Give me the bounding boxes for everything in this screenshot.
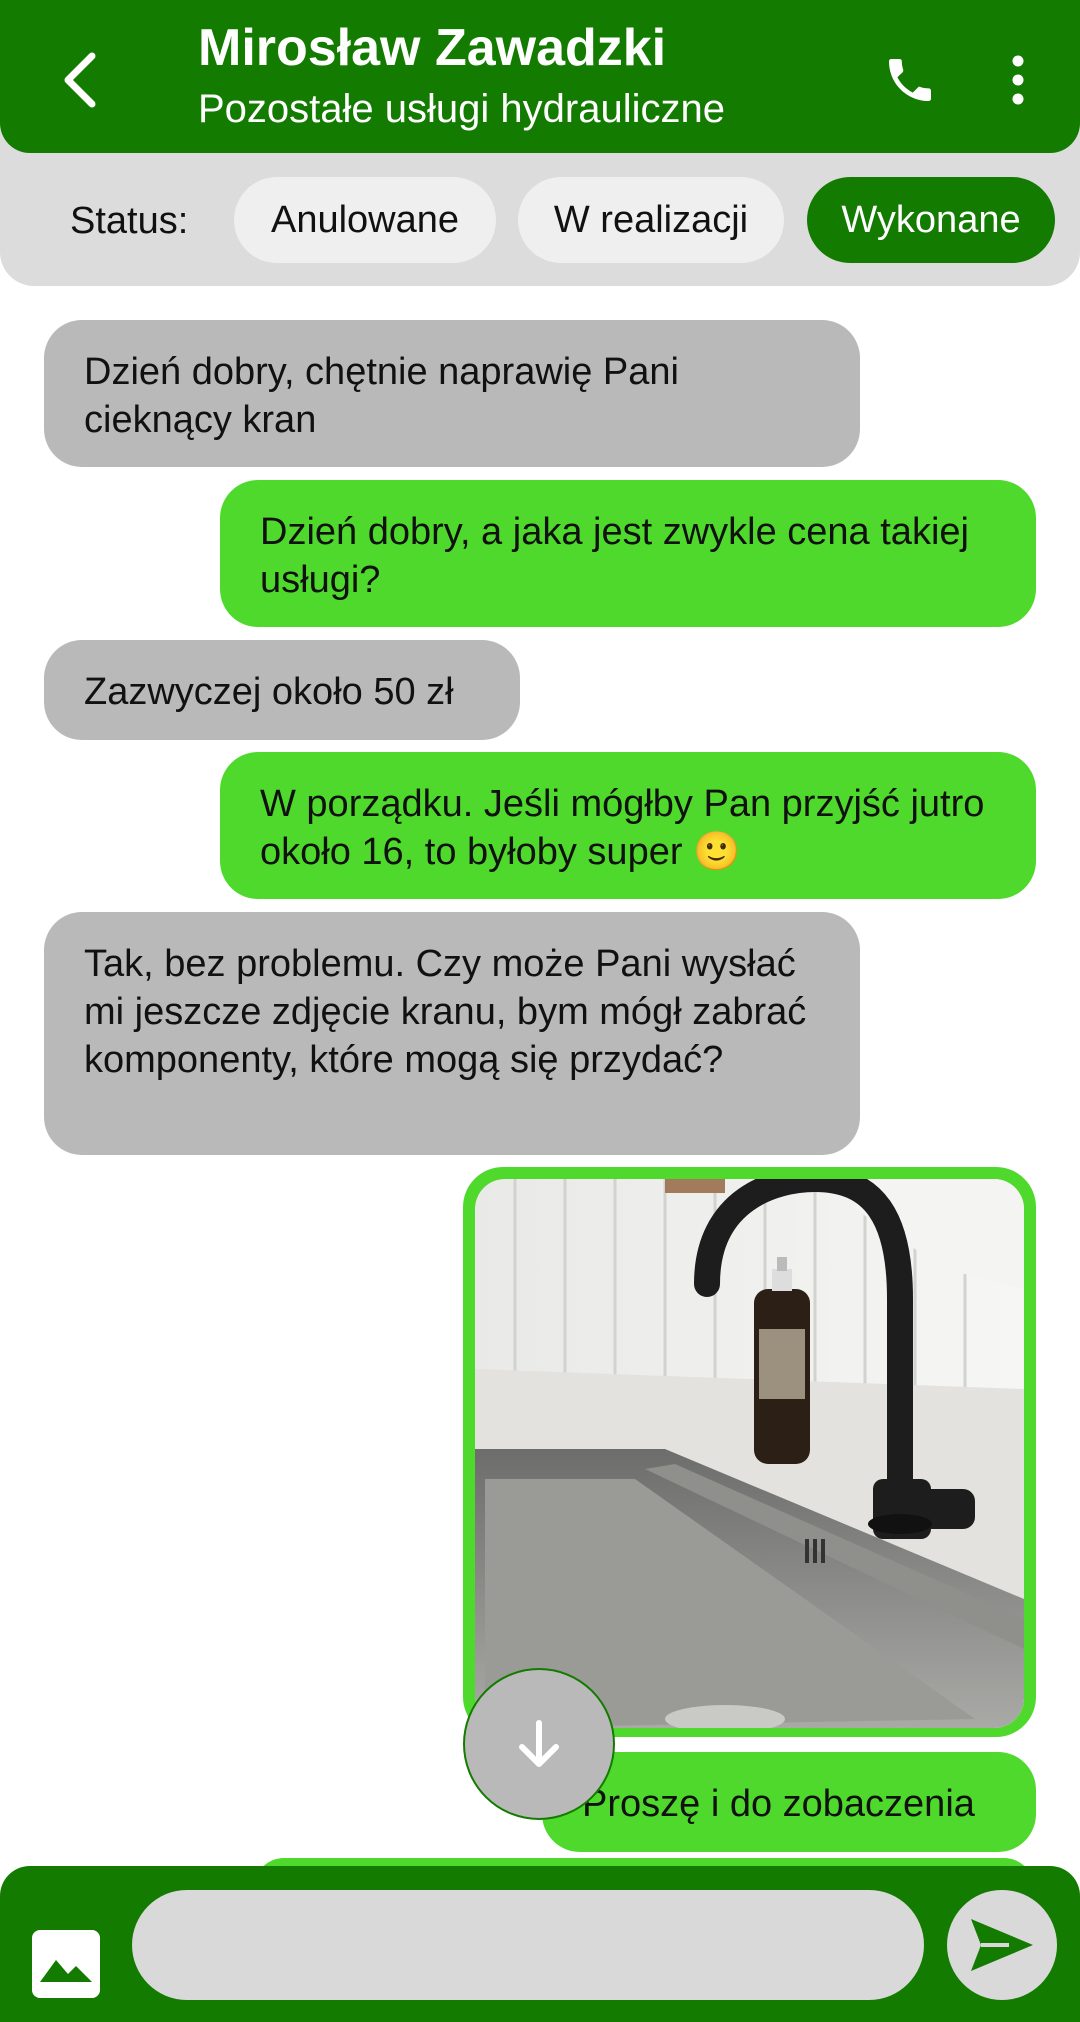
send-button[interactable] (947, 1890, 1057, 2000)
sink-photo[interactable] (475, 1179, 1024, 1728)
phone-icon (889, 59, 931, 101)
message-outgoing: Dzień dobry, a jaka jest zwykle cena tak… (220, 480, 1036, 627)
status-chip-in-progress[interactable]: W realizacji (518, 177, 784, 263)
more-options-button[interactable] (990, 40, 1046, 120)
back-button[interactable] (40, 40, 120, 120)
call-button[interactable] (870, 40, 950, 120)
status-chip-cancelled[interactable]: Anulowane (234, 177, 496, 263)
attach-image-button[interactable] (32, 1930, 100, 1998)
message-input[interactable] (132, 1890, 924, 2000)
status-label: Status: (70, 200, 189, 242)
message-incoming: Zazwyczej około 50 zł (44, 640, 520, 740)
message-image[interactable] (463, 1167, 1036, 1737)
contact-name: Mirosław Zawadzki (198, 19, 667, 77)
service-name: Pozostałe usługi hydrauliczne (198, 87, 725, 131)
contact-info: Mirosław Zawadzki Pozostałe usługi hydra… (198, 18, 725, 134)
message-composer (0, 1866, 1080, 2022)
message-outgoing: Proszę i do zobaczenia (542, 1752, 1036, 1852)
message-outgoing: W porządku. Jeśli mógłby Pan przyjść jut… (220, 752, 1036, 899)
status-chip-completed[interactable]: Wykonane (807, 177, 1055, 263)
arrow-down-icon (519, 1720, 559, 1767)
more-vertical-icon (1012, 55, 1024, 105)
chat-header: Mirosław Zawadzki Pozostałe usługi hydra… (0, 0, 1080, 153)
scroll-to-bottom-button[interactable] (463, 1668, 615, 1820)
send-icon (971, 1919, 1033, 1971)
back-arrow-icon (64, 52, 96, 108)
message-incoming: Dzień dobry, chętnie naprawię Pani ciekn… (44, 320, 860, 467)
message-incoming: Tak, bez problemu. Czy może Pani wysłać … (44, 912, 860, 1155)
image-icon (32, 1930, 100, 1998)
